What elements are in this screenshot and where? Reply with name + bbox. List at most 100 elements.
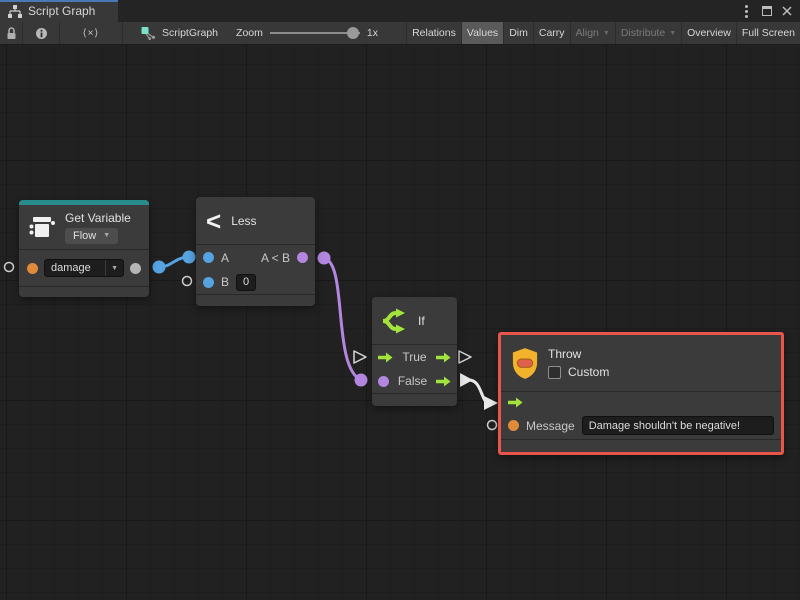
unconnected-port-indicator: [488, 421, 497, 430]
input-b-value: 0: [243, 276, 249, 288]
chevron-down-icon: ▼: [103, 232, 110, 239]
toolbar-button-dim[interactable]: Dim: [503, 22, 533, 44]
graph-tree-icon: [8, 5, 22, 18]
result-output-port[interactable]: [297, 252, 308, 263]
true-output-port[interactable]: [436, 352, 451, 363]
flow-enter-port[interactable]: [378, 352, 393, 363]
message-value: Damage shouldn't be negative!: [589, 420, 740, 432]
unconnected-flow-indicator: [354, 351, 366, 363]
node-footer: [196, 295, 315, 306]
button-label: Full Screen: [742, 27, 795, 39]
input-b-value-field[interactable]: 0: [236, 274, 256, 291]
close-button[interactable]: [778, 3, 795, 20]
node-less[interactable]: < Less A A < B B 0: [196, 197, 315, 306]
variable-value-output-port[interactable]: [130, 263, 141, 274]
lock-button[interactable]: [0, 22, 23, 44]
graph-breadcrumb[interactable]: ScriptGraph: [131, 22, 228, 44]
button-label: Align: [576, 27, 599, 39]
toolbar-button-relations[interactable]: Relations: [406, 22, 461, 44]
node-footer: [19, 287, 149, 297]
variable-name-dropdown[interactable]: damage ▼: [44, 259, 124, 277]
variable-kind-dropdown[interactable]: Flow ▼: [65, 228, 118, 244]
maximize-icon: [762, 6, 772, 16]
node-title: Less: [231, 214, 256, 228]
unconnected-port-indicator: [183, 277, 192, 286]
input-a-label: A: [221, 251, 229, 265]
window-menu-button[interactable]: [738, 3, 755, 20]
window-controls: [738, 0, 800, 22]
info-button[interactable]: [23, 22, 60, 44]
dropdown-section[interactable]: ▼: [105, 260, 123, 276]
node-if[interactable]: If True False: [372, 297, 457, 406]
wire-endpoint: [318, 252, 331, 265]
wire-endpoint: [355, 374, 368, 387]
tab-script-graph[interactable]: Script Graph: [0, 0, 118, 22]
button-label: Overview: [687, 27, 731, 39]
false-output-port[interactable]: [436, 376, 451, 387]
variable-name-port[interactable]: [27, 263, 38, 274]
node-footer: [501, 440, 781, 451]
graph-name-label: ScriptGraph: [162, 27, 218, 39]
node-throw-selected[interactable]: Throw Custom Message Damage shouldn't be…: [498, 332, 784, 455]
message-port[interactable]: [508, 420, 519, 431]
button-label: Dim: [509, 27, 528, 39]
input-b-port[interactable]: [203, 277, 214, 288]
kebab-menu-icon: [745, 10, 748, 13]
condition-port[interactable]: [378, 376, 389, 387]
node-title: Get Variable: [65, 211, 131, 225]
exception-shield-icon: [510, 347, 540, 380]
toolbar-button-fullscreen[interactable]: Full Screen: [736, 22, 800, 44]
node-title: Throw: [548, 347, 609, 361]
unconnected-flow-indicator: [459, 351, 471, 363]
script-graph-asset-icon: [141, 26, 156, 40]
tab-title: Script Graph: [28, 4, 95, 18]
message-value-field[interactable]: Damage shouldn't be negative!: [582, 416, 774, 435]
toolbar-button-distribute[interactable]: Distribute ▼: [615, 22, 681, 44]
flow-wire-end-arrow: [484, 396, 498, 410]
variable-name-value: damage: [45, 262, 105, 274]
unconnected-port-indicator: [5, 263, 14, 272]
kind-label: Flow: [73, 230, 96, 242]
input-b-label: B: [221, 275, 229, 289]
toolbar-button-align[interactable]: Align ▼: [570, 22, 615, 44]
wire-endpoint: [153, 261, 166, 274]
toolbar-button-overview[interactable]: Overview: [681, 22, 736, 44]
wire-endpoint: [183, 251, 196, 264]
less-operator-icon: <: [206, 208, 221, 234]
toolbar-button-carry[interactable]: Carry: [533, 22, 570, 44]
node-footer: [372, 394, 457, 406]
custom-label: Custom: [568, 365, 609, 379]
result-label: A < B: [261, 251, 290, 265]
wire-result-to-condition[interactable]: [324, 258, 361, 380]
flow-enter-port[interactable]: [508, 397, 523, 408]
custom-checkbox[interactable]: [548, 366, 561, 379]
zoom-value: 1x: [367, 27, 378, 39]
chevron-down-icon: ▼: [669, 30, 676, 37]
true-label: True: [402, 350, 426, 364]
flow-wire-start-arrow: [460, 373, 473, 387]
node-get-variable[interactable]: Get Variable Flow ▼ damage ▼: [19, 200, 149, 297]
false-label: False: [398, 374, 427, 388]
button-label: Distribute: [621, 27, 665, 39]
variable-icon: [27, 213, 57, 241]
zoom-slider-handle[interactable]: [347, 27, 359, 39]
button-label: Values: [467, 27, 498, 39]
button-label: Carry: [539, 27, 565, 39]
chevron-down-icon: ▼: [603, 30, 610, 37]
zoom-control: Zoom 1x: [228, 22, 386, 44]
wire-damage-to-a[interactable]: [159, 257, 189, 267]
message-label: Message: [526, 419, 575, 433]
branch-icon: [380, 308, 410, 334]
maximize-button[interactable]: [758, 3, 775, 20]
code-preview-toggle[interactable]: ⟨×⟩: [60, 22, 123, 44]
graph-toolbar: ⟨×⟩ ScriptGraph Zoom 1x Relations Values…: [0, 22, 800, 45]
input-a-port[interactable]: [203, 252, 214, 263]
lock-icon: [5, 26, 18, 40]
graph-canvas[interactable]: Get Variable Flow ▼ damage ▼ < Les: [0, 45, 800, 600]
node-title: If: [418, 314, 425, 328]
wire-false-to-throw[interactable]: [469, 380, 489, 403]
toolbar-button-values[interactable]: Values: [461, 22, 503, 44]
zoom-slider[interactable]: [270, 27, 360, 39]
close-icon: [782, 6, 792, 16]
toolbar-spacer: [386, 22, 406, 44]
